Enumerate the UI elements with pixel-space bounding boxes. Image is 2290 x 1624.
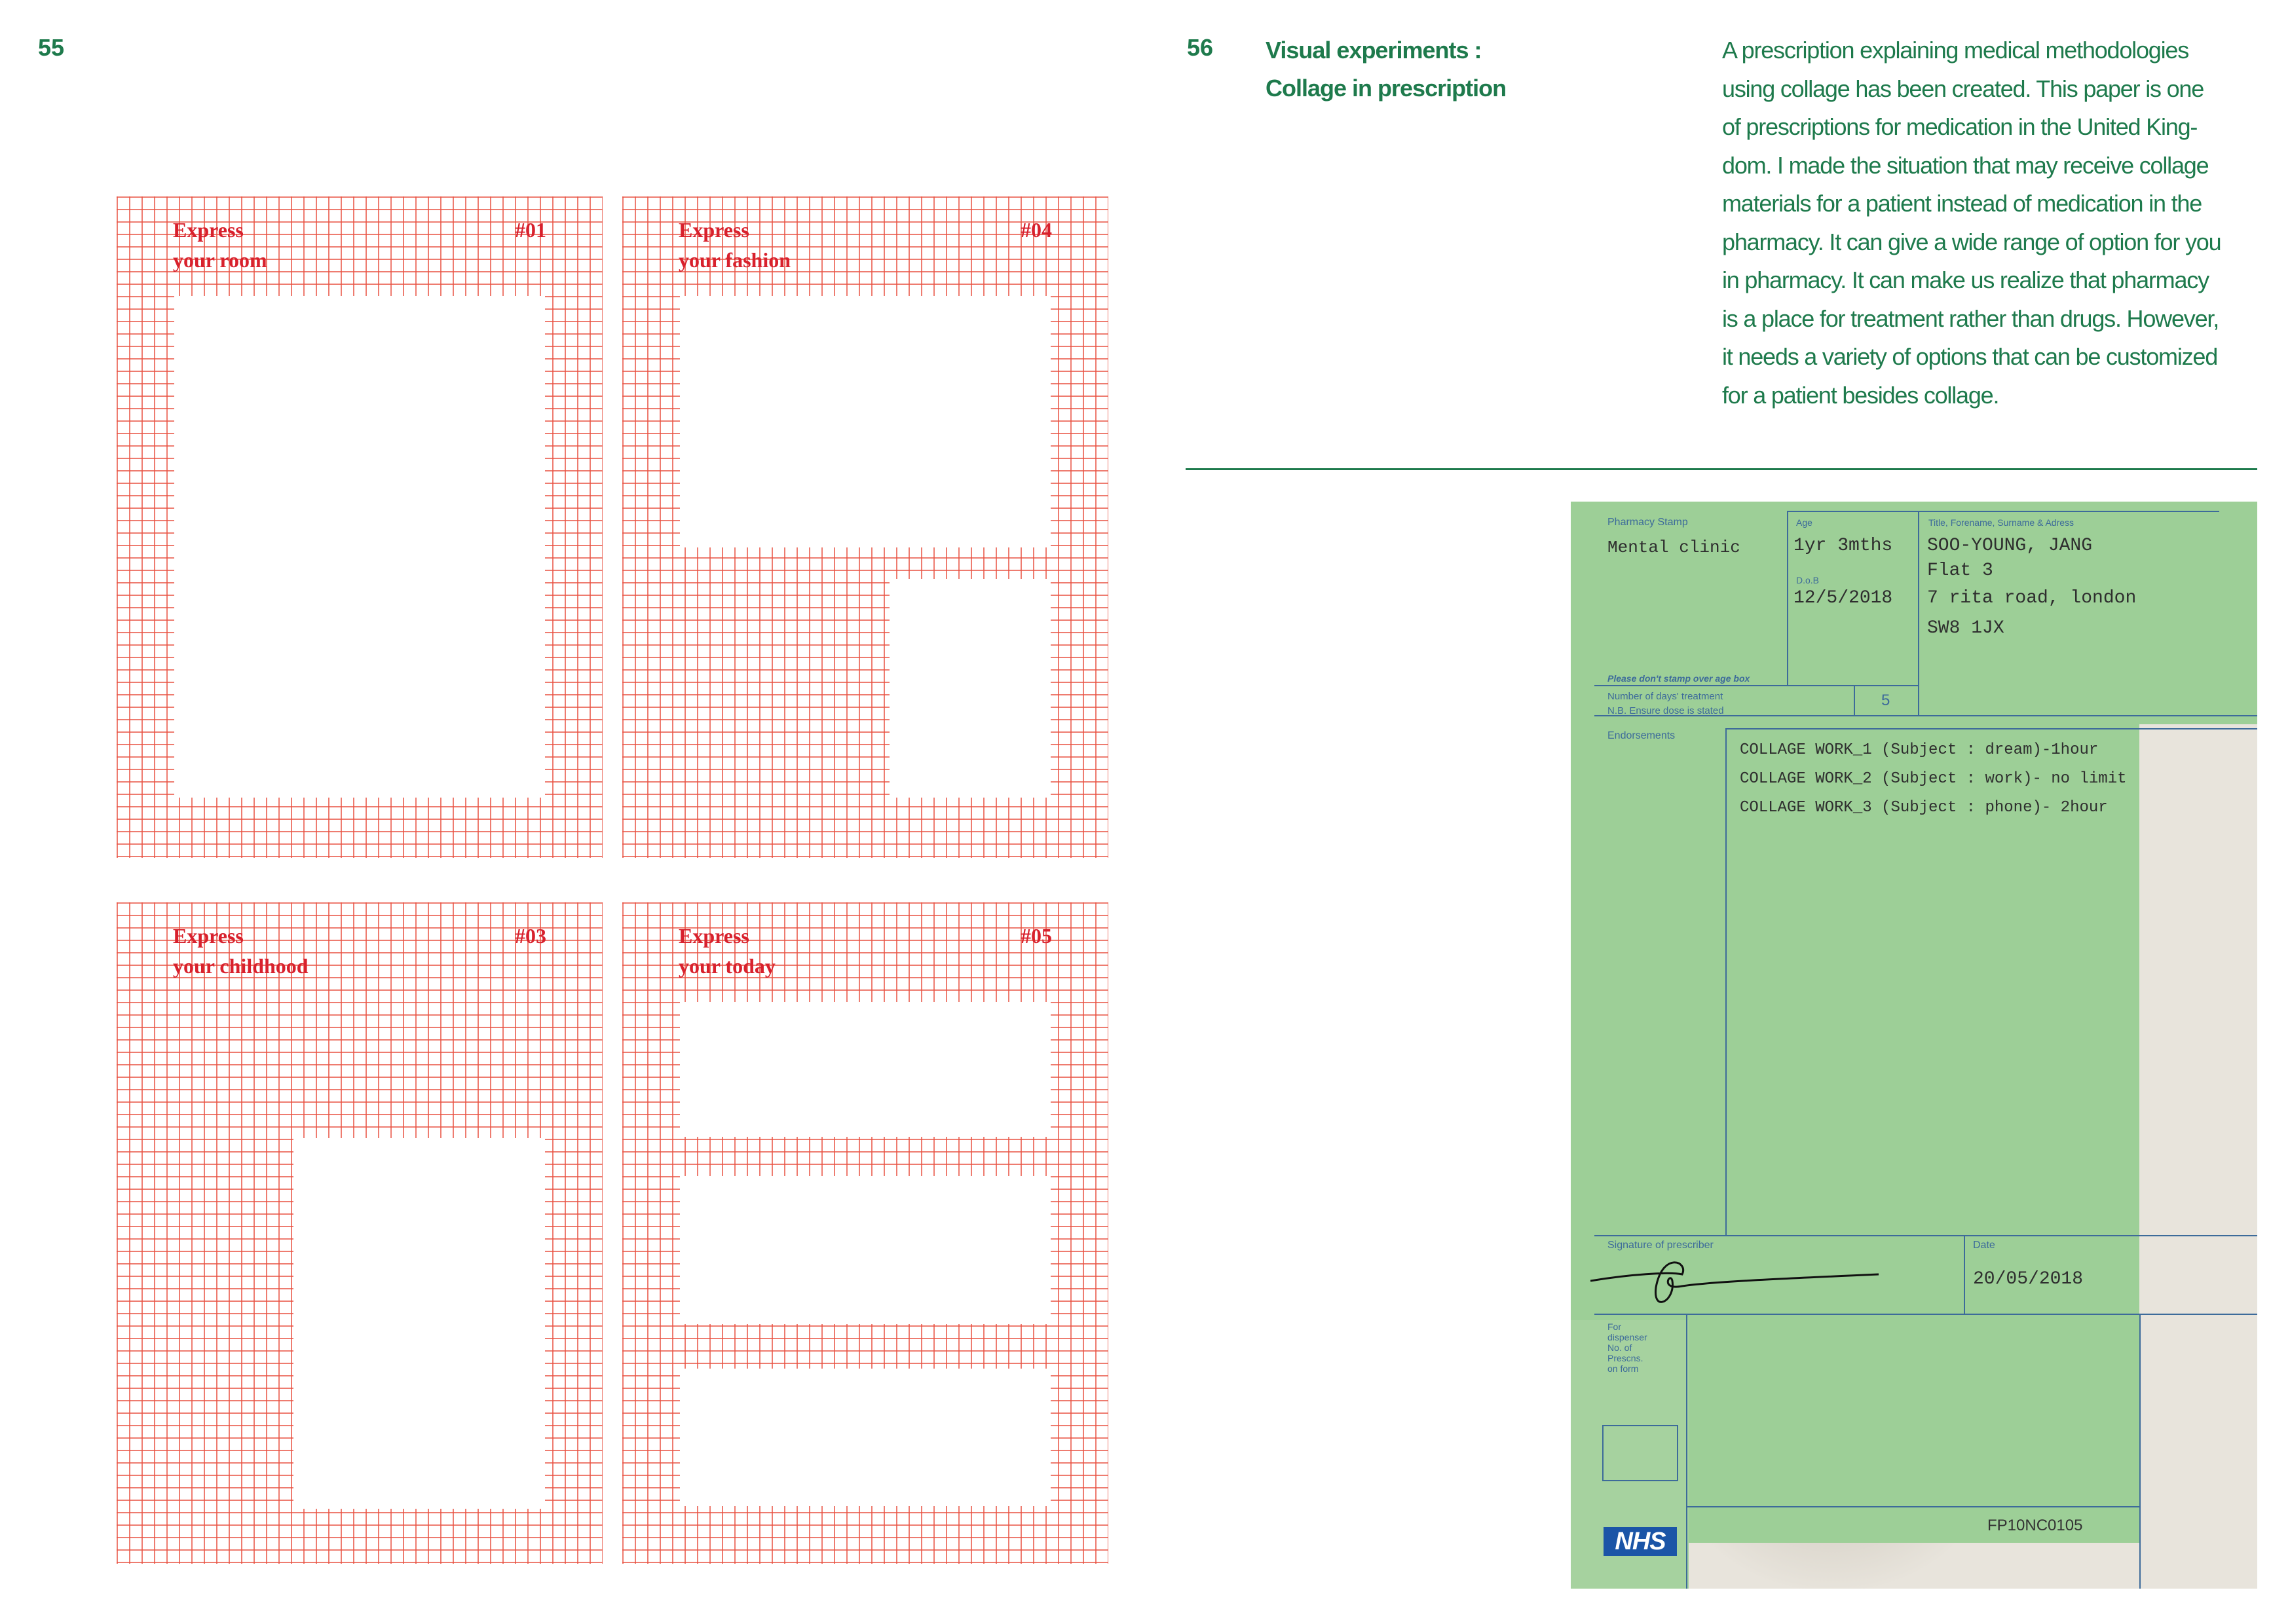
panel-number: #04: [1021, 218, 1052, 242]
panel-title: Express your fashion: [679, 218, 791, 272]
date-label: Date: [1973, 1240, 1995, 1251]
panel-title: Express your childhood: [173, 924, 309, 978]
grid-panel-fashion: Express your fashion #04: [622, 196, 1108, 858]
panel-number: #03: [515, 924, 546, 948]
grid-panel-room: Express your room #01: [117, 196, 603, 858]
pharmacy-stamp-value: Mental clinic: [1607, 538, 1740, 557]
grid-panel-childhood: Express your childhood #03: [117, 902, 603, 1564]
page-number-right: 56: [1187, 34, 1214, 61]
patient-address-line: 7 rita road, london: [1927, 588, 2137, 608]
prescription-item: COLLAGE WORK_3 (Subject : phone)- 2hour: [1740, 799, 2108, 817]
dispenser-label: For: [1607, 1321, 1621, 1332]
dispenser-label: No. of: [1607, 1342, 1632, 1353]
no-stamp-note: Please don't stamp over age box: [1607, 673, 1750, 684]
prescription-form: Pharmacy Stamp Mental clinic Age 1yr 3mt…: [1571, 502, 2257, 1589]
signature-label: Signature of prescriber: [1607, 1240, 1714, 1251]
dispenser-label: on form: [1607, 1363, 1639, 1374]
days-label: Number of days' treatment: [1607, 691, 1723, 702]
dob-value: 12/5/2018: [1793, 588, 1893, 608]
prescription-item: COLLAGE WORK_2 (Subject : work)- no limi…: [1740, 770, 2127, 788]
divider: [1186, 468, 2257, 470]
pharmacy-stamp-label: Pharmacy Stamp: [1607, 517, 1688, 528]
days-value: 5: [1881, 692, 1890, 709]
panel-number: #05: [1021, 924, 1052, 948]
age-label: Age: [1796, 517, 1812, 528]
patient-address-line: SW8 1JX: [1927, 618, 2004, 638]
prescriber-signature: [1590, 1261, 1879, 1303]
image-placeholder: [680, 296, 1051, 547]
form-code: FP10NC0105: [1987, 1517, 2083, 1534]
patient-address-line: Flat 3: [1927, 561, 1993, 581]
panel-title: Express your room: [173, 218, 267, 272]
page-number-left: 55: [38, 34, 65, 61]
image-placeholder: [293, 1138, 545, 1509]
image-placeholder: [680, 1369, 1051, 1506]
name-address-label: Title, Forename, Surname & Adress: [1928, 517, 2074, 528]
section-heading: Visual experiments : Collage in prescrip…: [1266, 37, 1507, 101]
dispenser-label: Prescns.: [1607, 1353, 1643, 1363]
endorsements-label: Endorsements: [1607, 730, 1676, 741]
panel-number: #01: [515, 218, 546, 242]
image-placeholder: [680, 1002, 1051, 1137]
dose-note: N.B. Ensure dose is stated: [1607, 705, 1724, 716]
image-placeholder: [680, 1176, 1051, 1324]
image-placeholder: [174, 296, 545, 798]
dispenser-label: dispenser: [1607, 1332, 1647, 1342]
date-value: 20/05/2018: [1973, 1269, 2084, 1289]
nhs-logo: NHS: [1604, 1527, 1677, 1556]
prescription-item: COLLAGE WORK_1 (Subject : dream)-1hour: [1740, 741, 2099, 759]
panel-title: Express your today: [679, 924, 776, 978]
image-placeholder: [890, 579, 1051, 798]
grid-panel-today: Express your today #05: [622, 902, 1108, 1564]
body-paragraph: A prescription explaining medical method…: [1722, 37, 2222, 409]
age-value: 1yr 3mths: [1793, 536, 1893, 556]
